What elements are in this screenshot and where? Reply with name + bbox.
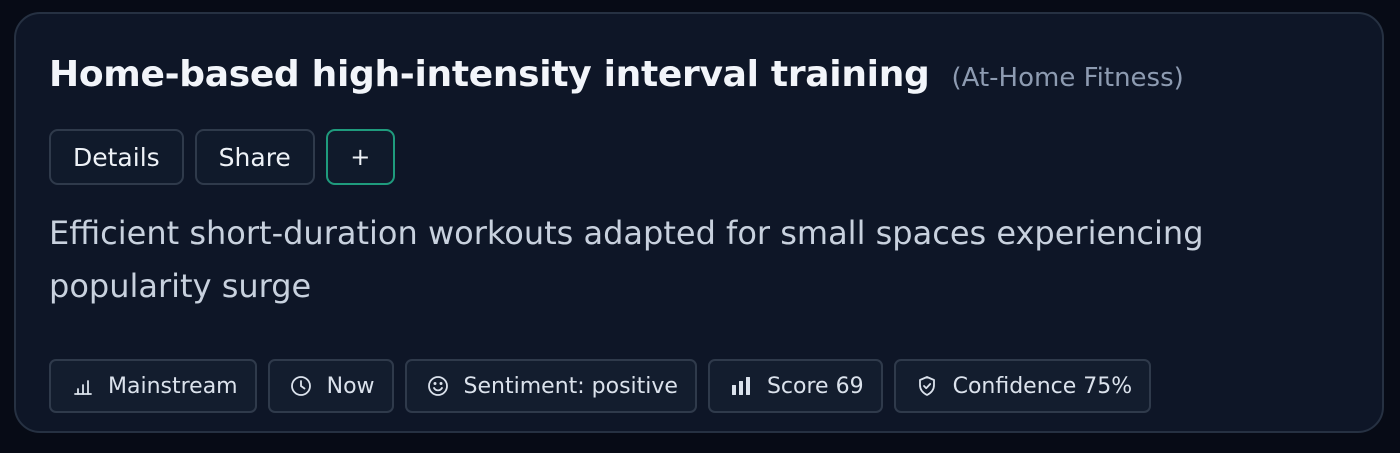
tag-list: Mainstream Now Sentiment: positive Score… xyxy=(49,359,1152,413)
tag-maturity: Mainstream xyxy=(49,359,257,413)
tag-label: Confidence 75% xyxy=(952,373,1133,399)
trend-description: Efficient short-duration workouts adapte… xyxy=(49,214,1204,305)
tag-label: Mainstream xyxy=(108,373,238,399)
smile-icon xyxy=(426,374,451,399)
tag-label: Now xyxy=(326,373,375,399)
bar-chart-outline-icon xyxy=(70,374,95,399)
trend-card: Home-based high-intensity interval train… xyxy=(14,12,1384,433)
clock-icon xyxy=(289,374,314,399)
share-button[interactable]: Share xyxy=(194,129,315,185)
add-button[interactable]: + xyxy=(325,129,395,185)
tag-sentiment: Sentiment: positive xyxy=(404,359,697,413)
tag-label: Score 69 xyxy=(766,373,864,399)
title-row: Home-based high-intensity interval train… xyxy=(49,54,1184,95)
tag-timing: Now xyxy=(267,359,394,413)
tag-label: Sentiment: positive xyxy=(463,373,678,399)
shield-check-icon xyxy=(915,374,940,399)
action-buttons: Details Share + xyxy=(49,129,395,185)
details-button[interactable]: Details xyxy=(49,129,184,185)
trend-category: (At-Home Fitness) xyxy=(951,63,1184,93)
tag-score: Score 69 xyxy=(707,359,883,413)
trend-title: Home-based high-intensity interval train… xyxy=(49,54,930,95)
tag-confidence: Confidence 75% xyxy=(893,359,1152,413)
bar-chart-filled-icon xyxy=(729,374,754,399)
